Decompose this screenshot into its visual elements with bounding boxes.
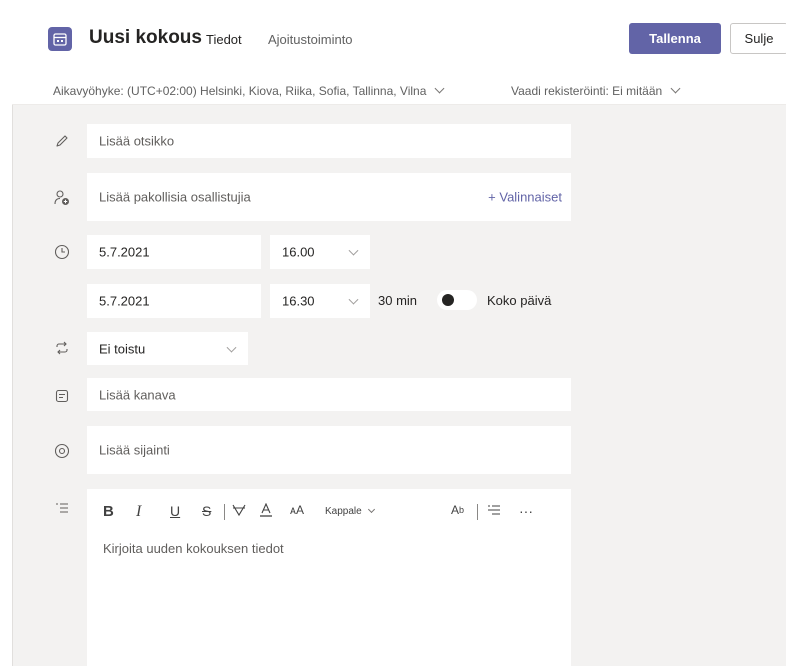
- chevron-down-icon: [670, 83, 681, 94]
- start-time-dropdown[interactable]: 16.00: [270, 235, 370, 269]
- strikethrough-icon[interactable]: S: [202, 503, 211, 519]
- timezone-value: Aikavyöhyke: (UTC+02:00) Helsinki, Kiova…: [53, 84, 427, 98]
- location-pin-icon: [52, 441, 72, 461]
- paragraph-dropdown[interactable]: Kappale: [325, 505, 375, 517]
- toggle-knob: [442, 294, 454, 306]
- end-time-value: 16.30: [282, 293, 315, 309]
- clock-icon: [52, 242, 72, 262]
- all-day-toggle[interactable]: [437, 290, 477, 310]
- timezone-dropdown[interactable]: Aikavyöhyke: (UTC+02:00) Helsinki, Kiova…: [53, 83, 445, 98]
- start-date-picker[interactable]: 5.7.2021: [87, 235, 261, 269]
- channel-icon: [52, 386, 72, 406]
- bold-icon[interactable]: B: [103, 503, 114, 520]
- required-attendees-input[interactable]: Lisää pakollisia osallistujia + Valinnai…: [87, 173, 571, 221]
- add-person-icon: [52, 188, 72, 208]
- all-day-label: Koko päivä: [487, 293, 552, 308]
- toolbar-divider: [477, 504, 478, 520]
- chevron-down-icon: [434, 83, 445, 94]
- end-date-picker[interactable]: 5.7.2021: [87, 284, 261, 318]
- save-button[interactable]: Tallenna: [629, 23, 721, 54]
- text-details-icon: [52, 498, 72, 518]
- repeat-dropdown[interactable]: Ei toistu: [87, 332, 248, 365]
- toolbar-divider: [224, 504, 225, 520]
- chevron-down-icon: [348, 245, 359, 256]
- channel-input[interactable]: Lisää kanava: [87, 378, 571, 411]
- more-options-icon[interactable]: ···: [519, 503, 533, 519]
- repeat-icon: [52, 338, 72, 358]
- start-date-value: 5.7.2021: [99, 244, 150, 260]
- attendees-placeholder: Lisää pakollisia osallistujia: [99, 189, 251, 205]
- meeting-header: Uusi kokous Tiedot Ajoitustoiminto Talle…: [12, 0, 786, 78]
- duration-label: 30 min: [378, 293, 418, 308]
- paragraph-label: Kappale: [325, 506, 362, 517]
- timezone-bar: Aikavyöhyke: (UTC+02:00) Helsinki, Kiova…: [12, 78, 786, 105]
- chevron-down-icon: [226, 342, 237, 353]
- font-color-icon[interactable]: [259, 503, 273, 518]
- tab-scheduling-assistant[interactable]: Ajoitustoiminto: [268, 32, 353, 47]
- chevron-down-icon: [348, 294, 359, 305]
- font-size-icon[interactable]: ᴀA: [290, 503, 304, 517]
- registration-value: Vaadi rekisteröinti: Ei mitään: [511, 84, 663, 98]
- location-input[interactable]: Lisää sijainti: [87, 426, 571, 474]
- calendar-icon: [48, 27, 72, 51]
- repeat-value: Ei toistu: [99, 341, 146, 356]
- end-time-dropdown[interactable]: 16.30: [270, 284, 370, 318]
- page-title: Uusi kokous: [89, 27, 202, 48]
- title-placeholder: Lisää otsikko: [99, 133, 175, 149]
- end-date-value: 5.7.2021: [99, 293, 150, 309]
- highlight-icon[interactable]: [232, 503, 246, 517]
- meeting-details-editor[interactable]: B I U S ᴀA Kappale Ab ··· Kirjoita uuden…: [87, 489, 571, 666]
- underline-icon[interactable]: U: [170, 503, 180, 519]
- spell-check-icon[interactable]: Ab: [451, 503, 464, 517]
- italic-icon[interactable]: I: [136, 503, 141, 521]
- optional-attendees-link[interactable]: + Valinnaiset: [488, 190, 562, 205]
- channel-placeholder: Lisää kanava: [99, 387, 176, 402]
- title-input[interactable]: Lisää otsikko: [87, 124, 571, 158]
- close-button[interactable]: Sulje: [730, 23, 786, 54]
- location-placeholder: Lisää sijainti: [99, 442, 170, 458]
- pencil-icon: [52, 131, 72, 151]
- editor-placeholder: Kirjoita uuden kokouksen tiedot: [103, 541, 284, 556]
- registration-dropdown[interactable]: Vaadi rekisteröinti: Ei mitään: [511, 83, 681, 98]
- tab-details[interactable]: Tiedot: [206, 32, 242, 47]
- start-time-value: 16.00: [282, 244, 315, 260]
- chevron-down-icon: [367, 505, 375, 514]
- bullet-list-icon[interactable]: [487, 503, 501, 517]
